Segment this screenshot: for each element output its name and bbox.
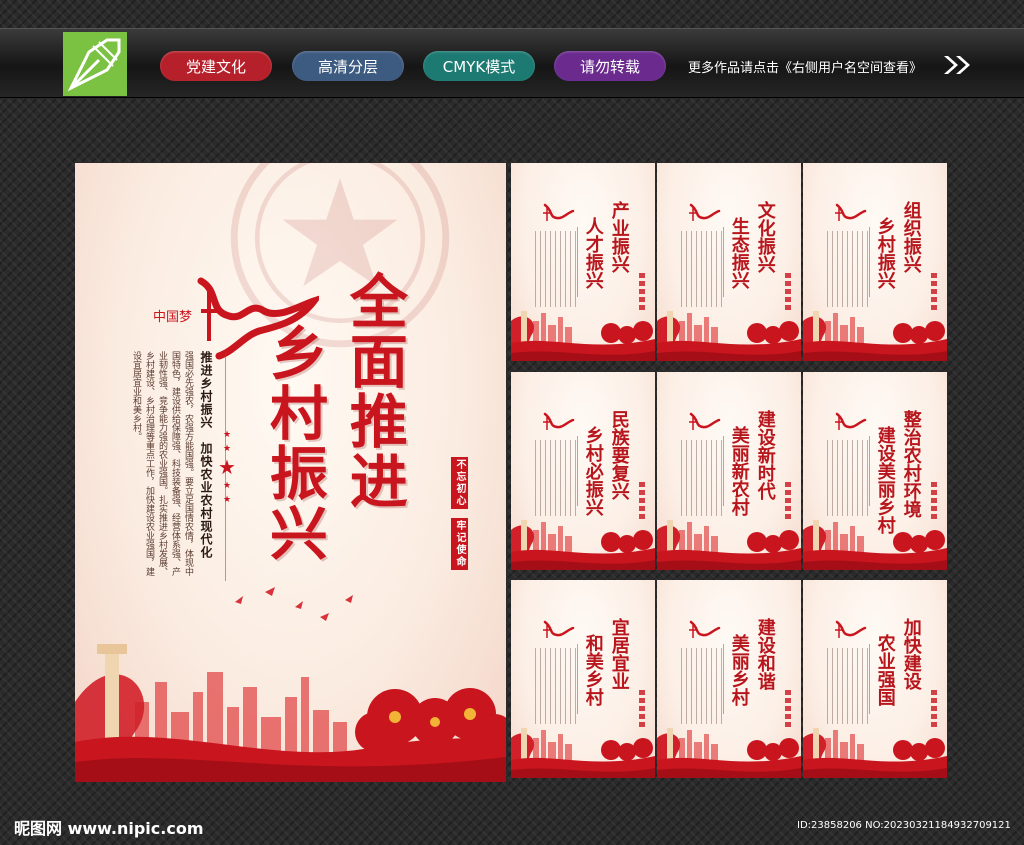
divider-line (869, 644, 870, 714)
pen-nib-icon (63, 32, 127, 96)
slogan-seal: 不忘初心 牢记使命 (451, 457, 468, 574)
poster-title-line2: 人才振兴 (582, 217, 604, 289)
small-poster: 建设和谐 美丽乡村 (657, 580, 801, 778)
divider-line (577, 436, 578, 506)
poster-title-line1: 宜居宜业 (608, 618, 630, 690)
chinese-dream-logo (689, 203, 721, 221)
main-title-line1: 全面推进 (339, 271, 408, 511)
poster-title-line2: 和美乡村 (582, 634, 604, 706)
small-poster: 宜居宜业 和美乡村 (511, 580, 655, 778)
main-poster: 中国梦 全面推进 乡村振兴 ★ ★ ★ ★ ★ 推进乡村振兴 加快农业农村现代化 强国必… (75, 163, 506, 782)
red-city-scene (511, 728, 655, 778)
poster-title-line2: 美丽乡村 (728, 634, 750, 706)
main-title-line2: 乡村振兴 (259, 323, 328, 563)
small-poster: 建设新时代 美丽新农村 (657, 372, 801, 570)
divider-line (723, 436, 724, 506)
poster-title-line2: 生态振兴 (728, 217, 750, 289)
tag-no-repost[interactable]: 请勿转载 (554, 51, 666, 81)
top-banner: 党建文化 高清分层 CMYK模式 请勿转载 更多作品请点击《右侧用户名空间查看》 (0, 28, 1024, 98)
poster-title-line1: 产业振兴 (608, 201, 630, 273)
red-city-scene (803, 520, 947, 570)
chinese-dream-logo (835, 412, 867, 430)
red-city-scene (803, 728, 947, 778)
poster-title-line1: 组织振兴 (900, 201, 922, 273)
divider-line (577, 227, 578, 297)
divider-line (723, 644, 724, 714)
red-city-scene (657, 728, 801, 778)
red-city-scene (511, 520, 655, 570)
red-city-scene (657, 311, 801, 361)
star-decoration: ★ ★ ★ ★ ★ (218, 430, 236, 505)
chinese-dream-logo (543, 203, 575, 221)
poster-title-line1: 加快建设 (900, 618, 922, 690)
small-poster: 整治农村环境 建设美丽乡村 (803, 372, 947, 570)
main-body-text: 强国必先强农，农强方能国强。要立足国情农情，体现中国特色，建设供给保障强、科技装… (131, 351, 193, 576)
divider-line (869, 436, 870, 506)
small-poster: 产业振兴 人才振兴 (511, 163, 655, 361)
tag-hd-layered[interactable]: 高清分层 (292, 51, 404, 81)
more-works-link[interactable]: 更多作品请点击《右侧用户名空间查看》 (688, 57, 922, 76)
chinese-dream-logo (543, 412, 575, 430)
main-subtitle: 推进乡村振兴 加快农业农村现代化 (199, 351, 213, 559)
poster-title-line1: 建设新时代 (754, 410, 776, 500)
tag-cmyk-mode[interactable]: CMYK模式 (423, 51, 535, 81)
tag-party-culture[interactable]: 党建文化 (160, 51, 272, 81)
chinese-dream-logo (689, 620, 721, 638)
divider-line (723, 227, 724, 297)
chinese-dream-logo (835, 203, 867, 221)
chinese-dream-logo (835, 620, 867, 638)
site-watermark: 昵图网 www.nipic.com (14, 819, 204, 838)
image-id-text: ID:23858206 NO:20230321184932709121 (797, 820, 1011, 831)
svg-text:中国梦: 中国梦 (153, 310, 192, 325)
double-chevron-right-icon[interactable] (942, 54, 972, 76)
chinese-dream-logo (689, 412, 721, 430)
small-poster: 文化振兴 生态振兴 (657, 163, 801, 361)
poster-title-line1: 民族要复兴 (608, 410, 630, 500)
small-poster: 民族要复兴 乡村必振兴 (511, 372, 655, 570)
small-poster: 加快建设 农业强国 (803, 580, 947, 778)
divider-line (869, 227, 870, 297)
small-poster: 组织振兴 乡村振兴 (803, 163, 947, 361)
red-city-scene (75, 587, 506, 782)
poster-title-line1: 建设和谐 (754, 618, 776, 690)
poster-title-line2: 农业强国 (874, 634, 896, 706)
red-city-scene (803, 311, 947, 361)
poster-title-line1: 文化振兴 (754, 201, 776, 273)
red-city-scene (511, 311, 655, 361)
chinese-dream-logo (543, 620, 575, 638)
divider-line (577, 644, 578, 714)
poster-title-line2: 乡村振兴 (874, 217, 896, 289)
red-city-scene (657, 520, 801, 570)
